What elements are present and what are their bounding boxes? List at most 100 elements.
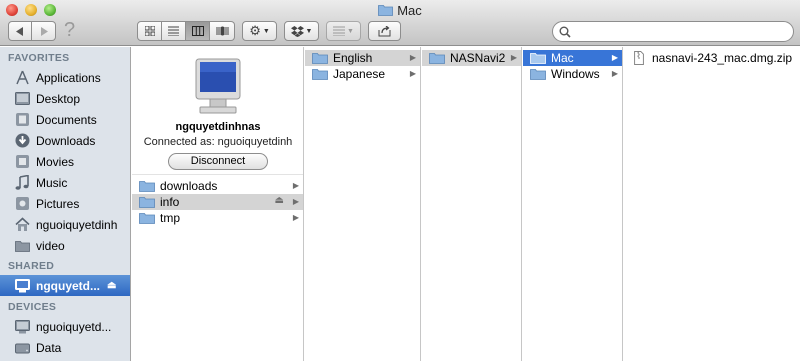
folder-icon: [14, 238, 30, 254]
forward-button[interactable]: [32, 21, 56, 41]
disclosure-arrow-icon: ▶: [292, 213, 299, 222]
folder-icon: [378, 5, 394, 16]
sidebar-item-label: Applications: [36, 70, 101, 85]
eject-icon[interactable]: ⏏: [107, 280, 116, 291]
home-icon: [14, 217, 30, 233]
folder-icon: [312, 69, 328, 80]
disclosure-arrow-icon: ▶: [409, 69, 416, 78]
list-item[interactable]: English ▶: [305, 50, 420, 66]
sidebar-item-data-disk[interactable]: Data: [0, 337, 130, 358]
disclosure-arrow-icon: ▶: [510, 53, 517, 62]
list-item[interactable]: NASNavi2 ▶: [422, 50, 521, 66]
share-icon: [378, 25, 391, 36]
computer-icon: [14, 319, 30, 335]
dropbox-icon: [290, 25, 304, 37]
disclosure-arrow-icon: ▶: [611, 69, 618, 78]
sidebar-item-home[interactable]: nguoiquyetdinh: [0, 214, 130, 235]
forward-arrow-icon: [40, 26, 48, 36]
folder-icon: [139, 213, 155, 224]
list-item[interactable]: tmp ▶: [132, 210, 303, 226]
share-menu: [368, 21, 401, 41]
chevron-down-icon: ▼: [305, 27, 313, 35]
search-input[interactable]: [575, 24, 785, 39]
eject-icon[interactable]: ⏏: [275, 195, 284, 206]
column-view-button[interactable]: [186, 21, 210, 41]
sidebar-item-documents[interactable]: Documents: [0, 109, 130, 130]
arrange-menu: ▼: [326, 21, 361, 41]
sidebar-item-label: Movies: [36, 154, 75, 169]
list-item[interactable]: downloads ▶: [132, 178, 303, 194]
list-item[interactable]: info ⏏ ▶: [132, 194, 303, 210]
list-item[interactable]: Windows ▶: [523, 66, 622, 82]
back-button[interactable]: [8, 21, 32, 41]
view-mode-buttons: [137, 21, 235, 41]
sidebar-item-music[interactable]: Music: [0, 172, 130, 193]
server-monitor-icon: [195, 58, 241, 114]
sidebar-item-pictures[interactable]: Pictures: [0, 193, 130, 214]
pictures-icon: [14, 196, 30, 212]
sidebar-item-label: video: [36, 238, 65, 253]
cover-flow-view-button[interactable]: [210, 21, 235, 41]
list-item[interactable]: Japanese ▶: [305, 66, 420, 82]
window-title-bar: Mac: [0, 3, 800, 18]
server-name: ngquyetdinhnas: [175, 121, 261, 133]
sidebar-item-video[interactable]: video: [0, 235, 130, 256]
sidebar-item-label: ngquyetd...: [36, 278, 100, 293]
sidebar-item-label: Downloads: [36, 133, 96, 148]
sidebar-item-server[interactable]: ngquyetd... ⏏: [0, 275, 130, 296]
list-item[interactable]: Mac ▶: [523, 50, 622, 66]
chevron-down-icon: ▼: [347, 27, 354, 35]
downloads-icon: [14, 133, 30, 149]
folder-icon: [530, 53, 546, 64]
gear-icon: ⚙: [249, 23, 261, 38]
window-title: Mac: [397, 3, 422, 18]
action-button[interactable]: ⚙ ▼: [242, 21, 277, 41]
sidebar-item-label: Documents: [36, 112, 97, 127]
server-info-panel: ngquyetdinhnas Connected as: nguoiquyetd…: [132, 47, 303, 175]
sidebar-item-label: nguoiquyetd...: [36, 319, 112, 334]
folder-name: NASNavi2: [450, 51, 506, 65]
column-view-icon: [191, 26, 204, 36]
sidebar: FAVORITES Applications Desktop Documents…: [0, 47, 131, 361]
column-info: English ▶ Japanese ▶: [305, 47, 421, 361]
sidebar-item-label: Desktop: [36, 91, 81, 106]
zip-file-icon: [634, 51, 644, 65]
list-item[interactable]: nasnavi-243_mac.dmg.zip: [624, 50, 800, 66]
search-field[interactable]: [552, 21, 794, 42]
share-button[interactable]: [368, 21, 401, 41]
arrange-button[interactable]: ▼: [326, 21, 361, 41]
sidebar-item-movies[interactable]: Movies: [0, 151, 130, 172]
sidebar-item-label: Data: [36, 340, 62, 355]
arrange-icon: [333, 26, 346, 36]
folder-name: tmp: [160, 211, 181, 225]
sidebar-item-downloads[interactable]: Downloads: [0, 130, 130, 151]
sidebar-header-devices: DEVICES: [8, 301, 57, 313]
folder-name: Mac: [551, 51, 574, 65]
list-view-button[interactable]: [162, 21, 186, 41]
sidebar-item-label: Music: [36, 175, 68, 190]
cover-flow-icon: [216, 26, 228, 36]
window-toolbar: Mac ? ⚙ ▼ ▼ ▼: [0, 0, 800, 46]
column-nasnavi2: Mac ▶ Windows ▶: [523, 47, 623, 361]
list-view-icon: [168, 26, 179, 36]
icon-view-button[interactable]: [137, 21, 162, 41]
sidebar-item-computer[interactable]: nguoiquyetd...: [0, 316, 130, 337]
server-icon: [14, 278, 30, 294]
movies-icon: [14, 154, 30, 170]
column-english: NASNavi2 ▶: [422, 47, 522, 361]
file-name: nasnavi-243_mac.dmg.zip: [652, 51, 793, 65]
sidebar-item-label: nguoiquyetdinh: [36, 217, 118, 232]
dropbox-button[interactable]: ▼: [284, 21, 319, 41]
disclosure-arrow-icon: ▶: [409, 53, 416, 62]
folder-icon: [139, 197, 155, 208]
action-menu: ⚙ ▼: [242, 21, 277, 41]
sidebar-header-favorites: FAVORITES: [8, 52, 70, 64]
navigation-buttons: [8, 21, 56, 41]
disconnect-button[interactable]: Disconnect: [168, 153, 268, 170]
applications-icon: [14, 70, 30, 86]
folder-name: downloads: [160, 179, 218, 193]
sidebar-item-applications[interactable]: Applications: [0, 67, 130, 88]
folder-icon: [530, 69, 546, 80]
sidebar-item-desktop[interactable]: Desktop: [0, 88, 130, 109]
help-icon[interactable]: ?: [64, 19, 75, 42]
